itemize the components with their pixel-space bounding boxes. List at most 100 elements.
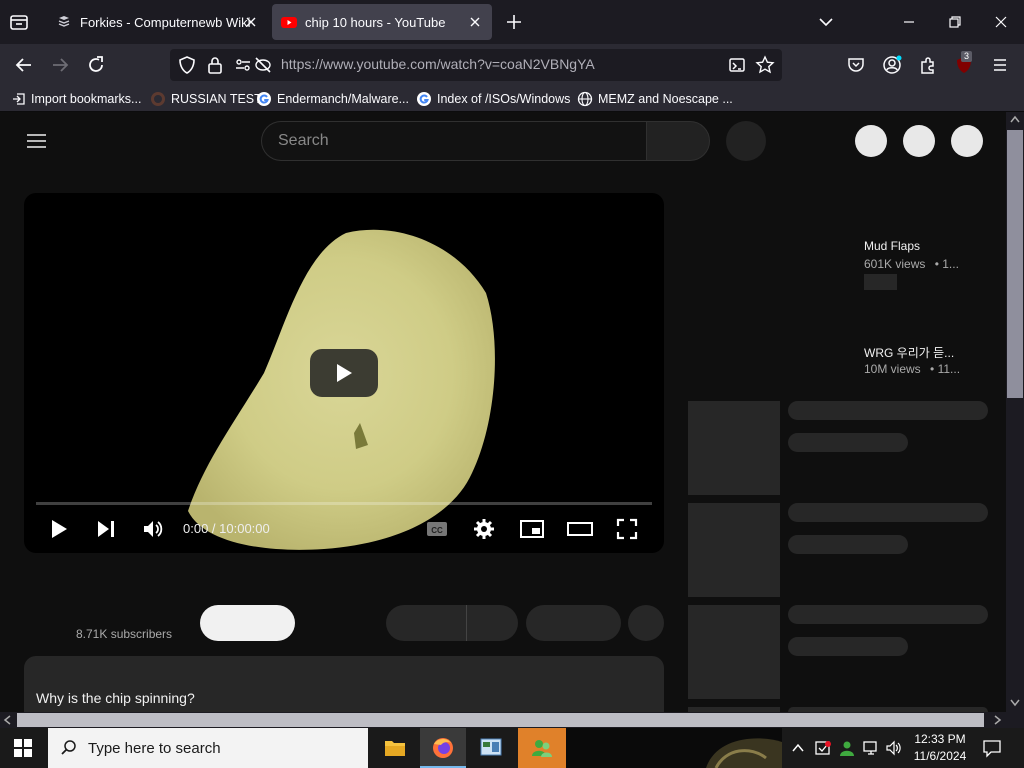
close-tab-icon[interactable] bbox=[466, 13, 484, 31]
forward-arrow-icon[interactable] bbox=[49, 54, 71, 76]
extensions-icon[interactable] bbox=[918, 55, 938, 75]
avatar[interactable] bbox=[951, 125, 983, 157]
bookmark-label: MEMZ and Noescape ... bbox=[598, 92, 733, 106]
view-count: 601K views bbox=[864, 257, 926, 271]
firefox-taskbar-icon[interactable] bbox=[420, 728, 466, 768]
close-window-icon[interactable] bbox=[990, 11, 1012, 33]
description-text: Why is the chip spinning? bbox=[36, 690, 195, 706]
bookmark-label: Endermanch/Malware... bbox=[277, 92, 410, 106]
tracking-blocked-icon[interactable] bbox=[253, 55, 273, 75]
theater-mode-icon[interactable] bbox=[567, 519, 593, 539]
windows-start-icon[interactable] bbox=[14, 739, 32, 757]
tab-youtube[interactable]: chip 10 hours - YouTube bbox=[272, 4, 492, 40]
scroll-right-icon[interactable] bbox=[994, 715, 1002, 725]
reader-mode-icon[interactable] bbox=[727, 55, 747, 75]
bookmark-isos[interactable]: Index of /ISOs/Windows bbox=[416, 89, 570, 109]
settings-gear-icon[interactable] bbox=[473, 518, 495, 540]
wiki-favicon-icon bbox=[56, 14, 72, 30]
people-tray-icon[interactable] bbox=[838, 739, 856, 757]
related-thumbnail-placeholder[interactable] bbox=[688, 503, 780, 597]
dislike-button[interactable] bbox=[466, 605, 518, 641]
hamburger-menu-icon[interactable] bbox=[990, 55, 1010, 75]
progress-bar[interactable] bbox=[36, 502, 652, 505]
volume-icon[interactable] bbox=[142, 518, 164, 540]
show-hidden-icons-icon[interactable] bbox=[790, 740, 806, 756]
related-meta-placeholder bbox=[788, 535, 908, 554]
new-tab-icon[interactable] bbox=[503, 11, 525, 33]
scroll-up-icon[interactable] bbox=[1010, 115, 1020, 123]
big-play-button[interactable] bbox=[310, 349, 378, 397]
play-button-icon[interactable] bbox=[48, 518, 70, 540]
minimize-icon[interactable] bbox=[898, 11, 920, 33]
github-icon bbox=[150, 91, 166, 107]
related-title[interactable]: Mud Flaps bbox=[864, 239, 920, 253]
bookmark-russian-test[interactable]: RUSSIAN TEST bbox=[150, 89, 262, 109]
bookmark-star-icon[interactable] bbox=[755, 55, 775, 75]
scroll-thumb[interactable] bbox=[1007, 130, 1023, 398]
taskbar-search-input[interactable]: Type here to search bbox=[88, 740, 221, 757]
network-icon[interactable] bbox=[862, 739, 880, 757]
speaker-icon[interactable] bbox=[885, 739, 903, 757]
search-input[interactable]: Search bbox=[278, 132, 329, 150]
search-box[interactable]: Search bbox=[261, 121, 647, 161]
related-title[interactable]: WRG 우리가 듣... bbox=[864, 344, 954, 361]
subscribe-button[interactable] bbox=[200, 605, 295, 641]
account-icon[interactable] bbox=[882, 55, 904, 75]
play-icon bbox=[337, 364, 352, 382]
bookmark-import[interactable]: Import bookmarks... bbox=[12, 89, 141, 109]
captions-icon[interactable]: CC bbox=[426, 520, 448, 538]
scroll-left-icon[interactable] bbox=[3, 715, 11, 725]
close-tab-icon[interactable] bbox=[242, 13, 260, 31]
next-icon[interactable] bbox=[96, 519, 116, 539]
fullscreen-icon[interactable] bbox=[616, 518, 638, 540]
youtube-page: Search 0:00 / 10:00:00 CC 8.71K subscrib… bbox=[0, 112, 1006, 712]
search-button[interactable] bbox=[646, 121, 710, 161]
horizontal-scrollbar[interactable] bbox=[0, 712, 1006, 728]
voice-search-button[interactable] bbox=[726, 121, 766, 161]
tab-forkies[interactable]: Forkies - Computernewb Wiki bbox=[46, 4, 268, 40]
back-arrow-icon[interactable] bbox=[13, 54, 35, 76]
more-actions-button[interactable] bbox=[628, 605, 664, 641]
security-alert-icon[interactable] bbox=[814, 739, 832, 757]
related-thumbnail-placeholder[interactable] bbox=[688, 605, 780, 699]
time-display: 0:00 / 10:00:00 bbox=[183, 521, 270, 536]
like-button[interactable] bbox=[386, 605, 466, 641]
description-box[interactable]: Why is the chip spinning? bbox=[24, 656, 664, 712]
lock-icon[interactable] bbox=[205, 55, 225, 75]
list-all-tabs-icon[interactable] bbox=[8, 11, 30, 33]
people-app-taskbar-icon[interactable] bbox=[518, 728, 566, 768]
clock[interactable]: 12:33 PM 11/6/2024 bbox=[908, 731, 972, 765]
notifications-button[interactable] bbox=[903, 125, 935, 157]
permissions-icon[interactable] bbox=[233, 55, 253, 75]
file-explorer-taskbar-icon[interactable] bbox=[372, 728, 418, 768]
shield-icon[interactable] bbox=[177, 55, 197, 75]
control-panel-taskbar-icon[interactable] bbox=[468, 728, 514, 768]
scroll-thumb[interactable] bbox=[17, 713, 984, 727]
chevron-down-icon[interactable] bbox=[815, 11, 837, 33]
google-icon bbox=[256, 91, 272, 107]
pocket-icon[interactable] bbox=[846, 55, 866, 75]
youtube-favicon-icon bbox=[281, 14, 297, 30]
share-button[interactable] bbox=[526, 605, 621, 641]
scroll-down-icon[interactable] bbox=[1010, 699, 1020, 707]
upload-age: • 1... bbox=[934, 257, 959, 271]
upload-age: • 11... bbox=[930, 362, 961, 376]
video-player[interactable]: 0:00 / 10:00:00 CC bbox=[24, 193, 664, 553]
bookmark-memz[interactable]: MEMZ and Noescape ... bbox=[577, 89, 733, 109]
create-button[interactable] bbox=[855, 125, 887, 157]
related-title-placeholder bbox=[788, 401, 988, 420]
bookmark-label: Import bookmarks... bbox=[31, 92, 142, 106]
taskbar-search-box[interactable]: Type here to search bbox=[48, 728, 368, 768]
bookmark-endermanch[interactable]: Endermanch/Malware... bbox=[256, 89, 409, 109]
url-text[interactable]: https://www.youtube.com/watch?v=coaN2VBN… bbox=[281, 56, 595, 74]
notification-center-icon[interactable] bbox=[982, 738, 1002, 758]
extension-badge: 3 bbox=[961, 51, 973, 62]
restore-icon[interactable] bbox=[944, 11, 966, 33]
related-thumbnail-placeholder[interactable] bbox=[688, 401, 780, 495]
guide-menu-icon[interactable] bbox=[26, 132, 48, 150]
miniplayer-icon[interactable] bbox=[520, 519, 544, 539]
clock-date: 11/6/2024 bbox=[913, 749, 967, 763]
reload-icon[interactable] bbox=[85, 54, 107, 76]
vertical-scrollbar[interactable] bbox=[1006, 112, 1024, 712]
import-icon bbox=[12, 92, 26, 106]
